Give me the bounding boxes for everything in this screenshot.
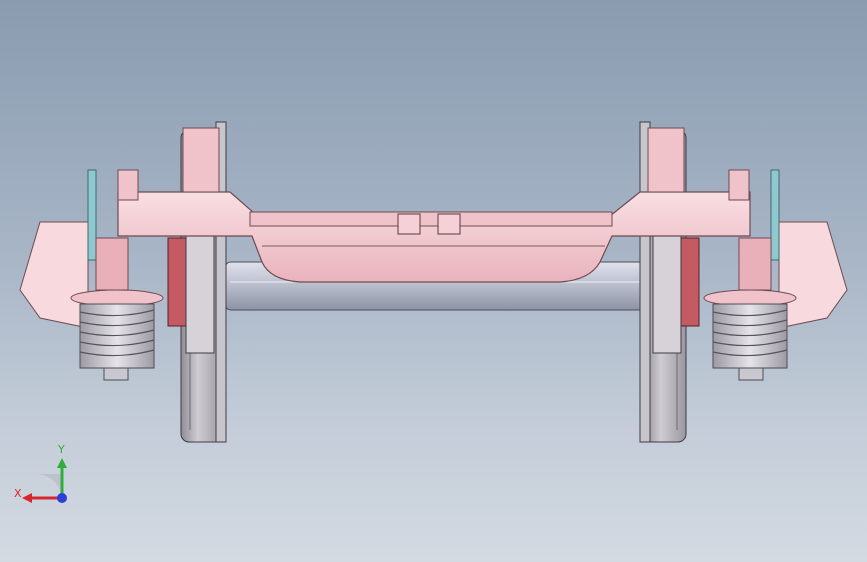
left-bearing[interactable] [167,234,215,354]
right-bearing[interactable] [652,234,700,354]
bogie-assembly-model[interactable] [0,0,867,562]
cad-viewport[interactable]: Y X [0,0,867,562]
x-axis-label: X [14,487,22,500]
coordinate-triad: Y X [10,440,80,510]
left-spring[interactable] [70,289,164,381]
right-spring[interactable] [703,289,797,381]
left-wheel-guard[interactable] [182,127,220,193]
y-axis-label: Y [58,443,65,456]
right-wheel-guard[interactable] [647,127,685,193]
